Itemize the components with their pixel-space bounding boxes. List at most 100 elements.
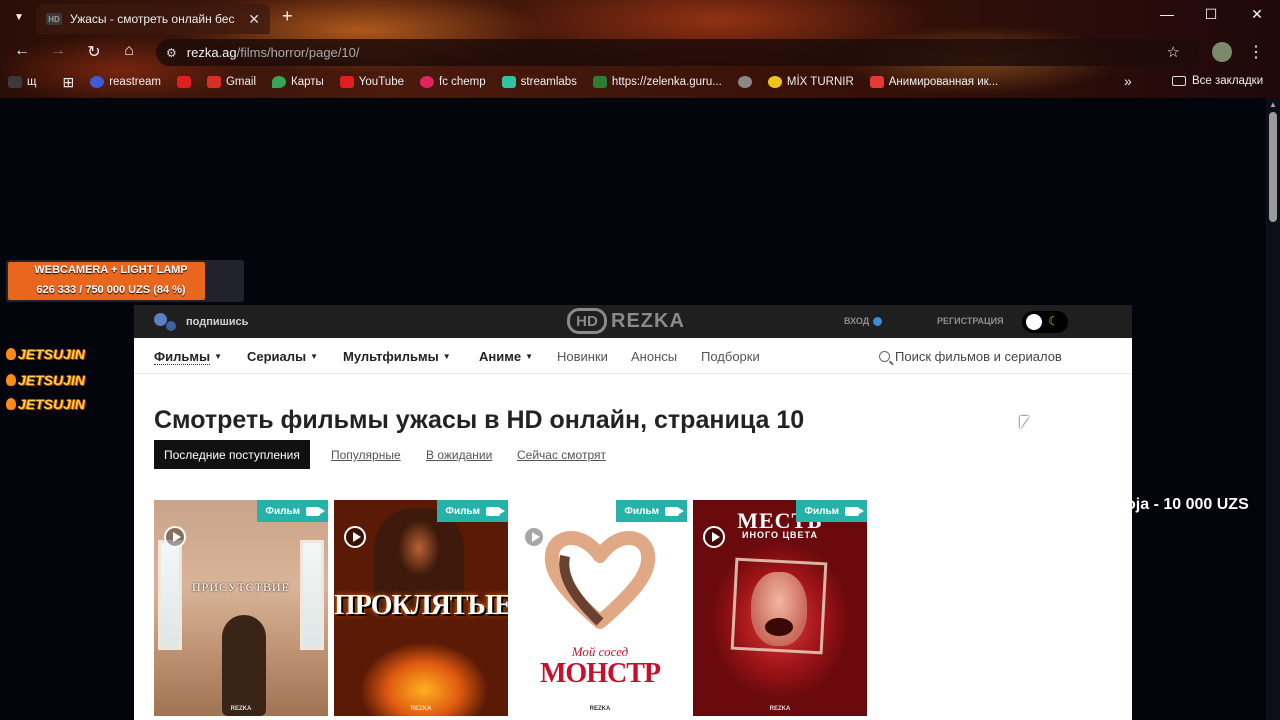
poster-art: [300, 540, 324, 650]
home-icon[interactable]: ⌂: [117, 42, 141, 60]
gmail-icon: [206, 76, 221, 88]
minimize-icon[interactable]: —: [1152, 6, 1182, 22]
play-icon[interactable]: [703, 526, 725, 548]
poster-title: МОНСТР: [540, 658, 661, 689]
close-tab-icon[interactable]: ✕: [248, 11, 260, 28]
reload-icon[interactable]: ↻: [82, 42, 106, 62]
bookmark-item[interactable]: [737, 76, 752, 88]
bookmark-favicon-icon: [8, 76, 22, 88]
apps-grid-icon[interactable]: ⊞: [62, 74, 74, 91]
back-icon[interactable]: ←: [10, 42, 34, 60]
nav-anime[interactable]: Аниме ▼: [479, 349, 533, 364]
movie-card[interactable]: МЕСТЬ ИНОГО ЦВЕТА Фильм REZKA: [693, 500, 867, 716]
bookmark-item[interactable]: Gmail: [206, 76, 256, 88]
address-bar[interactable]: ⚙ rezka.ag/films/horror/page/10/ ☆: [156, 39, 1198, 66]
address-url: rezka.ag/films/horror/page/10/: [186, 45, 360, 60]
scrollbar-thumb[interactable]: [1269, 112, 1277, 222]
donation-goal-title: WEBCAMERA + LIGHT LAMP: [34, 264, 188, 276]
search-input[interactable]: Поиск фильмов и сериалов: [879, 349, 1062, 364]
profile-avatar[interactable]: [1212, 42, 1232, 62]
heart-hands-art: [544, 531, 656, 629]
more-bookmarks-icon[interactable]: »: [1124, 73, 1132, 89]
chevron-down-icon: ▼: [442, 352, 451, 361]
close-window-icon[interactable]: ✕: [1242, 6, 1272, 23]
play-icon[interactable]: [344, 526, 366, 548]
scroll-up-icon[interactable]: ▲: [1269, 100, 1277, 109]
bookmark-item[interactable]: fc chemp: [420, 76, 486, 88]
nav-series[interactable]: Сериалы ▼: [247, 349, 318, 364]
new-tab-icon[interactable]: +: [282, 6, 293, 27]
poster-watermark: REZKA: [230, 706, 252, 712]
filter-upcoming[interactable]: В ожидании: [426, 448, 492, 462]
bookmark-favicon-icon: [592, 76, 607, 88]
sponsor-label: JETSUJIN: [6, 372, 85, 388]
video-camera-icon: [665, 506, 684, 516]
bookmark-favicon-icon: [737, 76, 752, 88]
play-icon[interactable]: [164, 526, 186, 548]
tab-search-button[interactable]: ▼: [8, 8, 30, 26]
forward-icon[interactable]: →: [46, 42, 70, 60]
type-badge: Фильм: [796, 500, 867, 522]
type-badge: Фильм: [437, 500, 508, 522]
poster-watermark: REZKA: [589, 706, 611, 712]
browser-menu-icon[interactable]: ⋮: [1248, 42, 1264, 62]
sponsor-label: JETSUJIN: [6, 396, 85, 412]
toolbar: ← → ↻ ⌂ ⚙ rezka.ag/films/horror/page/10/…: [0, 36, 1280, 68]
subscribe-button[interactable]: подпишись: [154, 313, 248, 331]
bookmark-item[interactable]: Карты: [272, 76, 324, 88]
nav-new[interactable]: Новинки: [557, 349, 608, 364]
filter-latest[interactable]: Последние поступления: [154, 440, 310, 469]
nav-announcements[interactable]: Анонсы: [631, 349, 677, 364]
toggle-knob: [1026, 314, 1042, 330]
bookmark-item[interactable]: Анимированная ик...: [869, 76, 998, 88]
browser-chrome: ▼ HD Ужасы - смотреть онлайн бес ✕ + — ☐…: [0, 0, 1280, 98]
type-badge: Фильм: [257, 500, 328, 522]
bookmark-item[interactable]: [176, 76, 191, 88]
bookmark-item[interactable]: YouTube: [339, 76, 404, 88]
poster-title: ПРИСУТСТВИЕ: [191, 580, 290, 594]
nav-films[interactable]: Фильмы ▼: [154, 349, 222, 365]
site-logo[interactable]: HD REZKA: [567, 308, 685, 334]
register-button[interactable]: РЕГИСТРАЦИЯ: [937, 316, 1004, 326]
login-button[interactable]: ВХОД: [844, 316, 883, 326]
bookmark-item[interactable]: streamlabs: [501, 76, 577, 88]
nav-cartoons[interactable]: Мультфильмы ▼: [343, 349, 451, 364]
filter-watching-now[interactable]: Сейчас смотрят: [517, 448, 606, 462]
browser-tab[interactable]: HD Ужасы - смотреть онлайн бес ✕: [36, 4, 270, 34]
bookmark-favicon-icon: [869, 76, 884, 88]
movie-card[interactable]: ПРИСУТСТВИЕ Фильм REZKA: [154, 500, 328, 716]
mouse-cursor: [1020, 416, 1029, 429]
bookmark-item[interactable]: reastream: [90, 76, 161, 88]
type-badge: Фильм: [616, 500, 687, 522]
bookmark-item[interactable]: MİX TURNIR: [767, 76, 854, 88]
bookmark-favicon-icon: [90, 76, 105, 88]
play-icon[interactable]: [523, 526, 545, 548]
site-nav: Фильмы ▼ Сериалы ▼ Мультфильмы ▼ Аниме ▼ Нов…: [134, 338, 1132, 374]
search-icon: [879, 351, 890, 362]
tab-title: Ужасы - смотреть онлайн бес: [70, 12, 235, 26]
poster-watermark: REZKA: [410, 706, 432, 712]
site-info-icon[interactable]: ⚙: [166, 46, 177, 60]
movie-card[interactable]: Мой сосед МОНСТР Фильм REZKA: [513, 500, 687, 716]
tab-bar: ▼ HD Ужасы - смотреть онлайн бес ✕ + — ☐…: [0, 0, 1280, 34]
youtube-icon: [176, 76, 191, 88]
filter-popular[interactable]: Популярные: [331, 448, 401, 462]
bookmark-item[interactable]: щ: [8, 76, 36, 88]
poster-art: [765, 618, 793, 636]
poster-title: ПРОКЛЯТЫЕ: [334, 590, 508, 621]
theme-toggle[interactable]: ☾: [1022, 311, 1068, 333]
folder-icon: [1172, 76, 1186, 86]
bookmark-favicon-icon: [420, 76, 434, 88]
movie-card[interactable]: ПРОКЛЯТЫЕ Фильм REZKA: [334, 500, 508, 716]
all-bookmarks[interactable]: Все закладки: [1172, 75, 1263, 87]
nav-collections[interactable]: Подборки: [701, 349, 760, 364]
bookmarks-bar: щ ⊞ reastream Gmail Карты YouTube fc che…: [0, 70, 1280, 94]
subscribe-icon: [154, 313, 178, 331]
bookmark-item[interactable]: https://zelenka.guru...: [592, 76, 722, 88]
maximize-icon[interactable]: ☐: [1196, 6, 1226, 23]
bookmark-star-icon[interactable]: ☆: [1167, 43, 1180, 61]
scrollbar[interactable]: ▲: [1266, 98, 1280, 720]
streamlabs-icon: [501, 76, 516, 88]
moon-icon: ☾: [1048, 314, 1059, 328]
chevron-down-icon: ▼: [525, 352, 534, 361]
